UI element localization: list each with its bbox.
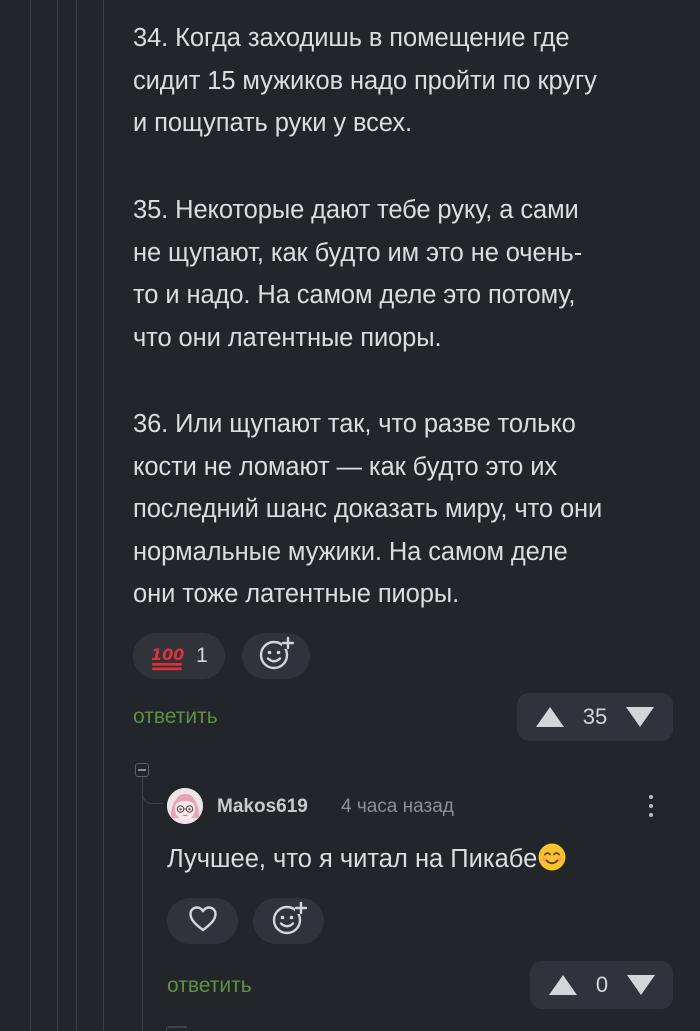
- reply-text-content: Лучшее, что я читал на Пикабе: [167, 845, 538, 873]
- add-emoji-icon: [271, 901, 307, 942]
- comments-page: 34. Когда заходишь в помещение где сидит…: [0, 0, 700, 1031]
- comment-vote-widget: 35: [517, 693, 673, 741]
- comment-paragraph-34: 34. Когда заходишь в помещение где сидит…: [133, 24, 597, 137]
- downvote-button[interactable]: [626, 707, 654, 727]
- avatar-image: [167, 788, 203, 824]
- next-comment-edge: [166, 1026, 187, 1031]
- thread-line-4[interactable]: [103, 0, 104, 1031]
- reply-link[interactable]: ответить: [133, 705, 218, 729]
- reply-downvote-button[interactable]: [627, 975, 655, 995]
- upvote-icon: [536, 707, 564, 727]
- like-button[interactable]: [167, 898, 238, 944]
- downvote-icon: [627, 975, 655, 995]
- reaction-count: 1: [196, 644, 208, 667]
- comment-paragraph-35: 35. Некоторые дают тебе руку, а сами не …: [133, 196, 583, 352]
- downvote-icon: [626, 707, 654, 727]
- comment-rating: 35: [582, 704, 608, 729]
- reply-rating: 0: [595, 972, 609, 997]
- reply-upvote-button[interactable]: [549, 975, 577, 995]
- reaction-100-button[interactable]: 100 1: [133, 633, 225, 679]
- thread-line-5[interactable]: [142, 775, 143, 1031]
- more-options-icon[interactable]: [647, 795, 655, 817]
- reply-text: Лучшее, что я читал на Пикабе: [167, 843, 566, 874]
- thread-line-3[interactable]: [76, 0, 77, 1031]
- collapse-thread-button[interactable]: [135, 763, 149, 777]
- add-reaction-button[interactable]: [242, 633, 310, 679]
- reply-vote-widget: 0: [530, 961, 673, 1009]
- svg-text:100: 100: [151, 645, 184, 664]
- reply-reply-link[interactable]: ответить: [167, 974, 252, 998]
- upvote-button[interactable]: [536, 707, 564, 727]
- upvote-icon: [549, 975, 577, 995]
- thread-line-2[interactable]: [57, 0, 58, 1031]
- thread-branch: [142, 777, 163, 804]
- heart-icon: [188, 905, 218, 938]
- reply-add-reaction-button[interactable]: [253, 898, 324, 944]
- thread-line-1[interactable]: [30, 0, 31, 1031]
- username[interactable]: Makos619: [217, 796, 308, 818]
- comment-paragraph-36: 36. Или щупают так, что разве только кос…: [133, 410, 603, 608]
- timestamp: 4 часа назад: [341, 796, 454, 817]
- hundred-points-icon: 100: [150, 641, 186, 671]
- smiling-face-emoji-icon: [538, 843, 566, 871]
- avatar[interactable]: [167, 788, 203, 824]
- add-emoji-icon: [258, 636, 295, 677]
